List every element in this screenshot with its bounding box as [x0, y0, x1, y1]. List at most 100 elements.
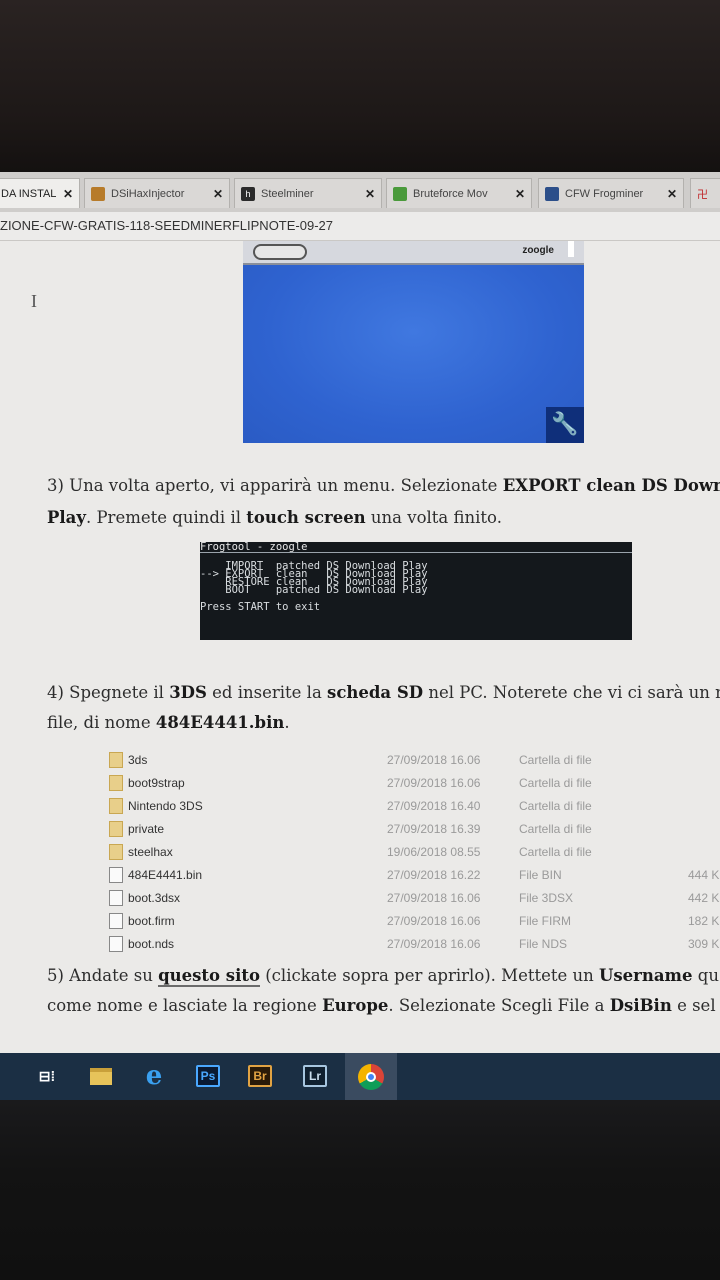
file-icon	[109, 913, 123, 929]
tab-label: Steelminer	[261, 187, 314, 200]
step3-text: una volta finito.	[365, 508, 502, 527]
file-date: 27/09/2018 16.06	[387, 891, 481, 905]
file-name: 484E4441.bin	[128, 868, 203, 882]
folder-icon	[109, 821, 123, 837]
address-bar[interactable]: ZIONE-CFW-GRATIS-118-SEEDMINERFLIPNOTE-0…	[0, 212, 720, 241]
screenshot-3ds-menu: zoogle 🔧	[243, 241, 584, 443]
step5-text: e sel	[671, 996, 716, 1015]
step5-bold-europe: Europe	[322, 996, 389, 1015]
close-icon[interactable]: ✕	[63, 187, 73, 201]
tab-steelminer[interactable]: h Steelminer ✕	[234, 178, 382, 208]
folder-icon	[109, 775, 123, 791]
step4-text: nel PC. Noterete che vi ci sarà un n	[423, 683, 720, 702]
file-type: Cartella di file	[519, 776, 592, 790]
monitor-bezel-top	[0, 0, 720, 172]
step3-line1: 3) Una volta aperto, vi apparirà un menu…	[47, 476, 720, 495]
3ds-scroll-indicator	[568, 241, 574, 257]
folder-icon	[109, 752, 123, 768]
browser-tab-bar: DA INSTAL ✕ DSiHaxInjector ✕ h Steelmine…	[0, 172, 720, 213]
step5-bold-dsibin: DsiBin	[609, 996, 672, 1015]
chrome-icon[interactable]	[345, 1053, 397, 1100]
file-type: File 3DSX	[519, 891, 574, 905]
step4-bold-sd: scheda SD	[327, 683, 424, 702]
file-row: boot.nds 27/09/2018 16.06 File NDS 309 K	[105, 933, 720, 955]
file-date: 27/09/2018 16.06	[387, 937, 481, 951]
file-name: Nintendo 3DS	[128, 799, 203, 813]
file-size: 442 K	[688, 891, 720, 905]
file-date: 27/09/2018 16.22	[387, 868, 481, 882]
file-name: private	[128, 822, 165, 836]
task-view-icon[interactable]: ⊟⁞	[32, 1062, 62, 1090]
file-icon	[109, 890, 123, 906]
3ds-username: zoogle	[522, 245, 554, 256]
close-icon[interactable]: ✕	[667, 187, 677, 201]
lightroom-icon[interactable]: Lr	[303, 1065, 327, 1087]
text-cursor-icon: I	[31, 291, 37, 311]
folder-icon	[109, 844, 123, 860]
file-type: File FIRM	[519, 914, 571, 928]
file-size: 444 K	[688, 868, 720, 882]
file-name: boot.3dsx	[128, 891, 181, 905]
file-name: boot.nds	[128, 937, 175, 951]
file-row: 3ds 27/09/2018 16.06 Cartella di file	[105, 749, 720, 771]
step4-text: .	[284, 713, 290, 732]
step5-text: . Selezionate Scegli File a	[388, 996, 610, 1015]
page-content: I zoogle 🔧 3) Una volta aperto, vi appar…	[0, 241, 720, 1053]
file-explorer-icon[interactable]	[86, 1062, 116, 1090]
file-row: boot.firm 27/09/2018 16.06 File FIRM 182…	[105, 910, 720, 932]
photoshop-icon[interactable]: Ps	[196, 1065, 220, 1087]
tab-cfw-frogminer[interactable]: CFW Frogminer ✕	[538, 178, 684, 208]
wrench-icon: 🔧	[546, 407, 584, 443]
edge-icon[interactable]: e	[139, 1061, 169, 1091]
step4-bold-3ds: 3DS	[169, 683, 207, 702]
file-date: 27/09/2018 16.39	[387, 822, 481, 836]
close-icon[interactable]: ✕	[515, 187, 525, 201]
questo-sito-link[interactable]: questo sito	[158, 966, 260, 987]
dsihaxinjector-favicon-icon	[91, 186, 105, 201]
tab-extra[interactable]: 卍	[690, 178, 720, 208]
file-date: 19/06/2018 08.55	[387, 845, 481, 859]
file-size: 182 K	[688, 914, 720, 928]
file-icon	[109, 936, 123, 952]
file-name: steelhax	[128, 845, 173, 859]
file-row: boot9strap 27/09/2018 16.06 Cartella di …	[105, 772, 720, 794]
file-date: 27/09/2018 16.06	[387, 776, 481, 790]
terminal-footer: Press START to exit	[200, 601, 321, 613]
monitor-bezel-bottom	[0, 1100, 720, 1280]
bridge-icon[interactable]: Br	[248, 1065, 272, 1087]
bruteforce-favicon-icon	[393, 186, 407, 201]
step4-text: 4) Spegnete il	[47, 683, 170, 702]
file-icon	[109, 867, 123, 883]
tab-label: DA INSTAL	[1, 187, 57, 200]
frogminer-favicon-icon	[545, 186, 559, 201]
3ds-pill-icon	[253, 244, 307, 260]
step3-line2: Play. Premete quindi il touch screen una…	[47, 508, 502, 527]
step3-bold-export: EXPORT clean DS Down	[502, 476, 720, 495]
step4-text: file, di nome	[47, 713, 156, 732]
tab-bruteforce-movable[interactable]: Bruteforce Mov ✕	[386, 178, 532, 208]
tab-label: CFW Frogminer	[565, 187, 644, 200]
windows-taskbar: ⊟⁞ e Ps Br Lr	[0, 1053, 720, 1100]
step5-text: 5) Andate su	[47, 966, 159, 985]
3ds-top-bar: zoogle	[243, 241, 584, 265]
step4-text: ed inserite la	[206, 683, 328, 702]
step5-text: qu	[692, 966, 719, 985]
terminal-row: BOOT patched DS Download Play	[200, 584, 428, 596]
file-date: 27/09/2018 16.06	[387, 914, 481, 928]
tab-label: DSiHaxInjector	[111, 187, 185, 200]
step4-line2: file, di nome 484E4441.bin.	[47, 713, 290, 732]
step3-text: . Premete quindi il	[85, 508, 247, 527]
step5-line2: come nome e lasciate la regione Europe. …	[47, 996, 716, 1015]
close-icon[interactable]: ✕	[365, 187, 375, 201]
extra-tab-favicon-icon: 卍	[697, 188, 708, 201]
step5-text: come nome e lasciate la regione	[47, 996, 323, 1015]
tab-dsihaxinjector[interactable]: DSiHaxInjector ✕	[84, 178, 230, 208]
file-row: Nintendo 3DS 27/09/2018 16.40 Cartella d…	[105, 795, 720, 817]
step3-bold-touch: touch screen	[246, 508, 366, 527]
frogtool-terminal-screenshot: Frogtool - zoogle IMPORT patched DS Down…	[200, 542, 632, 640]
step5-bold-username: Username	[599, 966, 693, 985]
folder-icon	[109, 798, 123, 814]
tab-da-installazione[interactable]: DA INSTAL ✕	[0, 178, 80, 208]
close-icon[interactable]: ✕	[213, 187, 223, 201]
file-row: private 27/09/2018 16.39 Cartella di fil…	[105, 818, 720, 840]
